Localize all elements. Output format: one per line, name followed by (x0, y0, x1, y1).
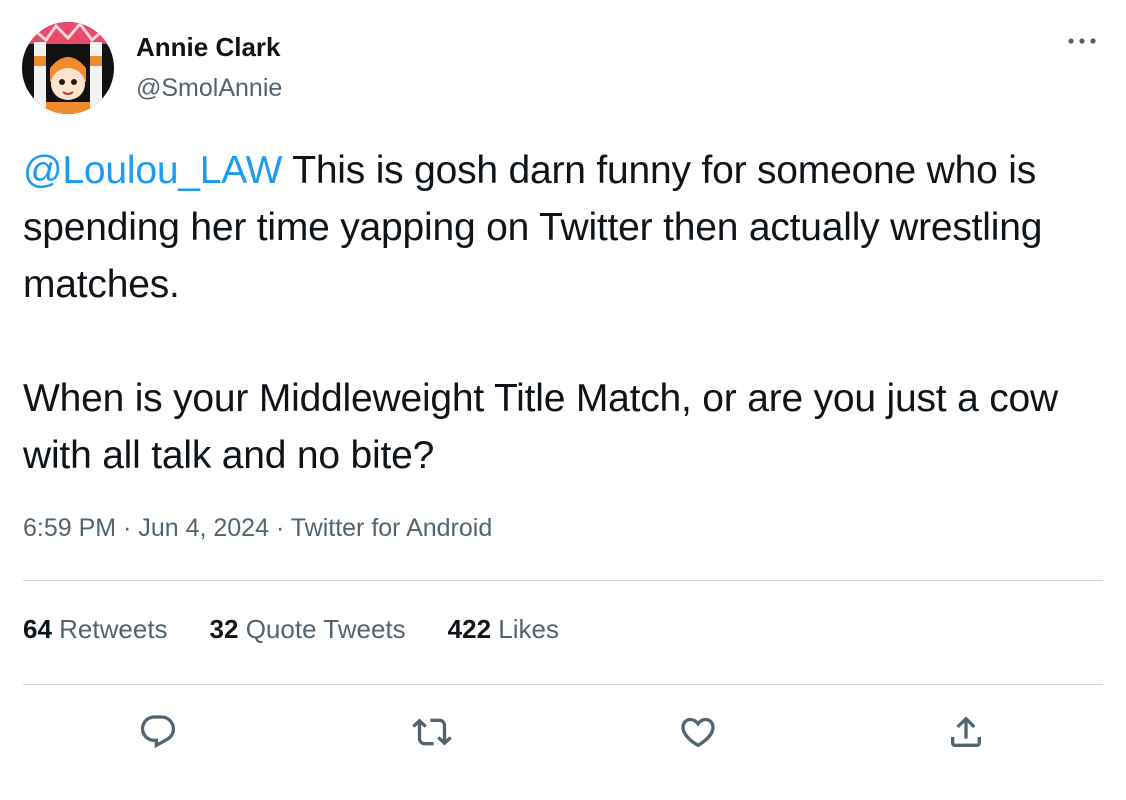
quotes-label: Quote Tweets (245, 614, 406, 644)
tweet-time[interactable]: 6:59 PM (23, 514, 116, 542)
tweet-text: @Loulou_LAW This is gosh darn funny for … (23, 142, 1113, 484)
engagement-stats: 64 Retweets 32 Quote Tweets 422 Likes (23, 614, 601, 645)
share-icon[interactable] (946, 712, 986, 752)
likes-label: Likes (498, 614, 559, 644)
retweets-count: 64 (23, 614, 52, 644)
tweet-paragraph-2: When is your Middleweight Title Match, o… (23, 377, 1058, 477)
mention-link[interactable]: @Loulou_LAW (23, 149, 282, 192)
tweet-paragraph-1: @Loulou_LAW This is gosh darn funny for … (23, 142, 1113, 313)
more-dots-icon[interactable] (1062, 26, 1102, 56)
avatar[interactable] (22, 22, 114, 114)
likes-stat[interactable]: 422 Likes (448, 614, 559, 645)
quotes-count: 32 (209, 614, 239, 644)
tweet-card: Annie Clark @SmolAnnie @Loulou_LAW This … (0, 0, 1126, 800)
retweets-stat[interactable]: 64 Retweets (23, 614, 168, 645)
divider (23, 580, 1103, 581)
display-name[interactable]: Annie Clark (136, 32, 281, 63)
quotes-stat[interactable]: 32 Quote Tweets (210, 614, 406, 645)
tweet-date[interactable]: Jun 4, 2024 (138, 514, 269, 542)
likes-count: 422 (447, 614, 492, 644)
meta-separator: · (116, 514, 139, 542)
heart-icon[interactable] (678, 712, 718, 752)
tweet-meta: 6:59 PM · Jun 4, 2024 · Twitter for Andr… (23, 514, 492, 543)
tweet-source[interactable]: Twitter for Android (291, 514, 492, 542)
reply-icon[interactable] (138, 712, 178, 752)
retweets-label: Retweets (59, 614, 168, 644)
meta-separator: · (269, 514, 291, 542)
retweet-icon[interactable] (412, 712, 452, 752)
user-handle[interactable]: @SmolAnnie (136, 74, 282, 103)
divider (23, 684, 1103, 685)
